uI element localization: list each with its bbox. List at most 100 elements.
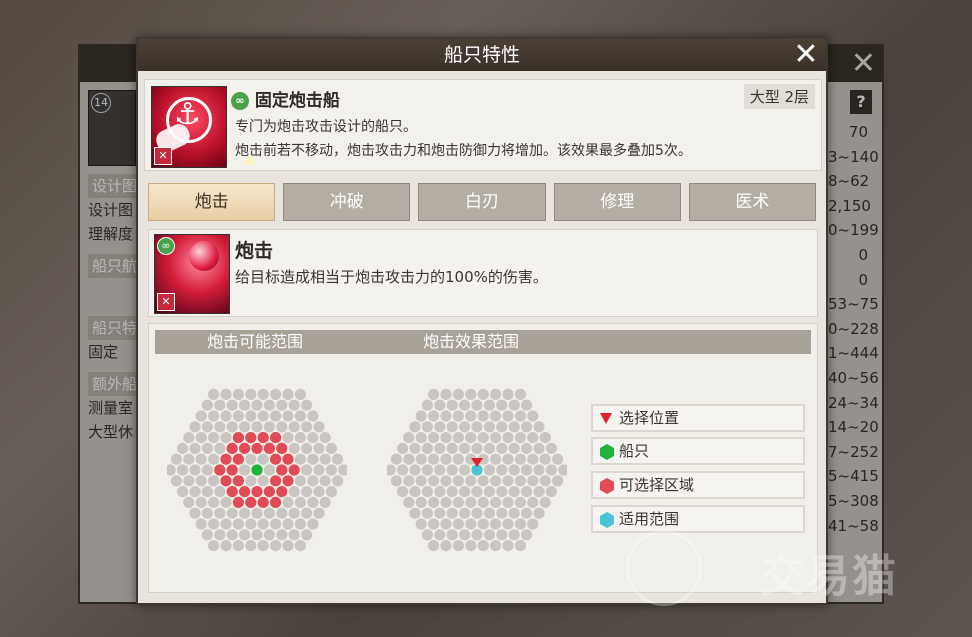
bg-value: 0 (858, 270, 868, 289)
tab-repair[interactable]: 修理 (553, 183, 681, 221)
hex-cell (440, 388, 452, 400)
hex-cell (288, 464, 300, 476)
hex-cell (459, 464, 471, 476)
hex-cell (208, 518, 220, 530)
hex-cell (251, 529, 263, 541)
hex-cell (189, 464, 201, 476)
background-close-icon[interactable]: ✕ (851, 48, 876, 80)
background-left-column: 14 设计图 设计图 理解度 船只航 船只特 固定 额外船 测量室 大型休 (88, 90, 142, 590)
hex-cell (263, 507, 275, 519)
hex-cell (440, 475, 452, 487)
tab-medicine[interactable]: 医术 (688, 183, 817, 221)
hex-cell (521, 464, 533, 476)
hex-cell (496, 529, 508, 541)
ship-avatar: 14 (88, 90, 136, 166)
hex-cell (490, 475, 502, 487)
hex-cell (409, 507, 421, 519)
hex-cell (288, 421, 300, 433)
ship-desc-line1: 专门为炮击攻击设计的船只。 (235, 119, 417, 135)
hex-cell (276, 442, 288, 454)
hex-cell (440, 496, 452, 508)
tab-bombard[interactable]: 炮击 (148, 183, 276, 221)
hex-cell (390, 453, 402, 465)
legend-label: 可选择区域 (619, 476, 695, 494)
hex-cell (294, 475, 306, 487)
bg-value: 14~20 (828, 418, 879, 437)
hex-cell (459, 529, 471, 541)
hex-cell (545, 464, 557, 476)
hex-cell (214, 464, 226, 476)
hex-cell (390, 475, 402, 487)
hex-cell (483, 442, 495, 454)
bg-value: 70 (848, 123, 868, 141)
hex-cell (477, 410, 489, 422)
hex-cell (201, 421, 213, 433)
hex-cell (428, 475, 440, 487)
hex-cell (471, 421, 483, 433)
bg-value: 1~444 (828, 344, 879, 363)
hex-cell (508, 464, 520, 476)
hex-cell (214, 507, 226, 519)
hex-cell (257, 540, 269, 552)
hex-cell (514, 475, 526, 487)
ship-desc-line2: 炮击前若不移动，炮击攻击力和炮击防御力将增加。该效果最多叠加5次。 (235, 143, 692, 159)
bg-value: 40~56 (828, 368, 879, 387)
bg-row: 测量室 (88, 399, 134, 417)
hex-cell (415, 410, 427, 422)
cannonball-icon (189, 241, 219, 271)
tab-melee[interactable]: 白刃 (418, 183, 546, 221)
hex-cell (313, 486, 325, 498)
legend-label: 选择位置 (619, 409, 680, 427)
ship-name: 固定炮击船 (254, 91, 340, 111)
dialog-title: 船只特性 (443, 44, 520, 66)
hex-cell (282, 475, 294, 487)
hex-cell (245, 496, 257, 508)
bg-value: 41~58 (828, 516, 879, 535)
possible-range-label: 炮击可能范围 (207, 332, 304, 351)
hex-cell (496, 421, 508, 433)
hex-cell (514, 432, 526, 444)
hex-cell (539, 432, 551, 444)
hex-cell (387, 464, 396, 476)
hex-cell (307, 410, 319, 422)
tab-charge[interactable]: 冲破 (283, 183, 411, 221)
hex-cell (527, 432, 539, 444)
hex-cell (415, 518, 427, 530)
hex-cell (421, 486, 433, 498)
bg-row: 固定 (88, 343, 119, 361)
hex-cell (251, 442, 263, 454)
hex-cell (301, 486, 313, 498)
hex-cell (403, 475, 415, 487)
hex-cell (177, 486, 189, 498)
hex-cell (483, 529, 495, 541)
hex-cell (313, 464, 325, 476)
hex-cell (282, 388, 294, 400)
hex-cell (257, 410, 269, 422)
close-icon[interactable]: ✕ (790, 39, 822, 71)
hex-cell (288, 529, 300, 541)
hex-cell (239, 399, 251, 411)
help-button[interactable]: ? (850, 90, 872, 114)
hex-cell (483, 486, 495, 498)
hex-cell (251, 421, 263, 433)
hex-cell (446, 421, 458, 433)
hex-cell (251, 399, 263, 411)
hex-cell (313, 507, 325, 519)
hex-cell (226, 442, 238, 454)
hex-cell (459, 399, 471, 411)
hex-cell (527, 410, 539, 422)
hex-cell (201, 529, 213, 541)
hex-cell (421, 421, 433, 433)
hex-cell (459, 442, 471, 454)
hex-cell (428, 432, 440, 444)
hex-cell (189, 421, 201, 433)
hex-cell (403, 453, 415, 465)
hex-cell (270, 410, 282, 422)
background-values: 70 3~140 8~62 2,150 0~199 0 0 53~75 0~22… (828, 120, 879, 538)
hex-cell (527, 496, 539, 508)
hex-cell (471, 399, 483, 411)
effect-range-hex-grid (387, 388, 567, 552)
hex-cell (471, 529, 483, 541)
hex-cell (502, 540, 514, 552)
possible-range-hex-grid (167, 388, 347, 552)
